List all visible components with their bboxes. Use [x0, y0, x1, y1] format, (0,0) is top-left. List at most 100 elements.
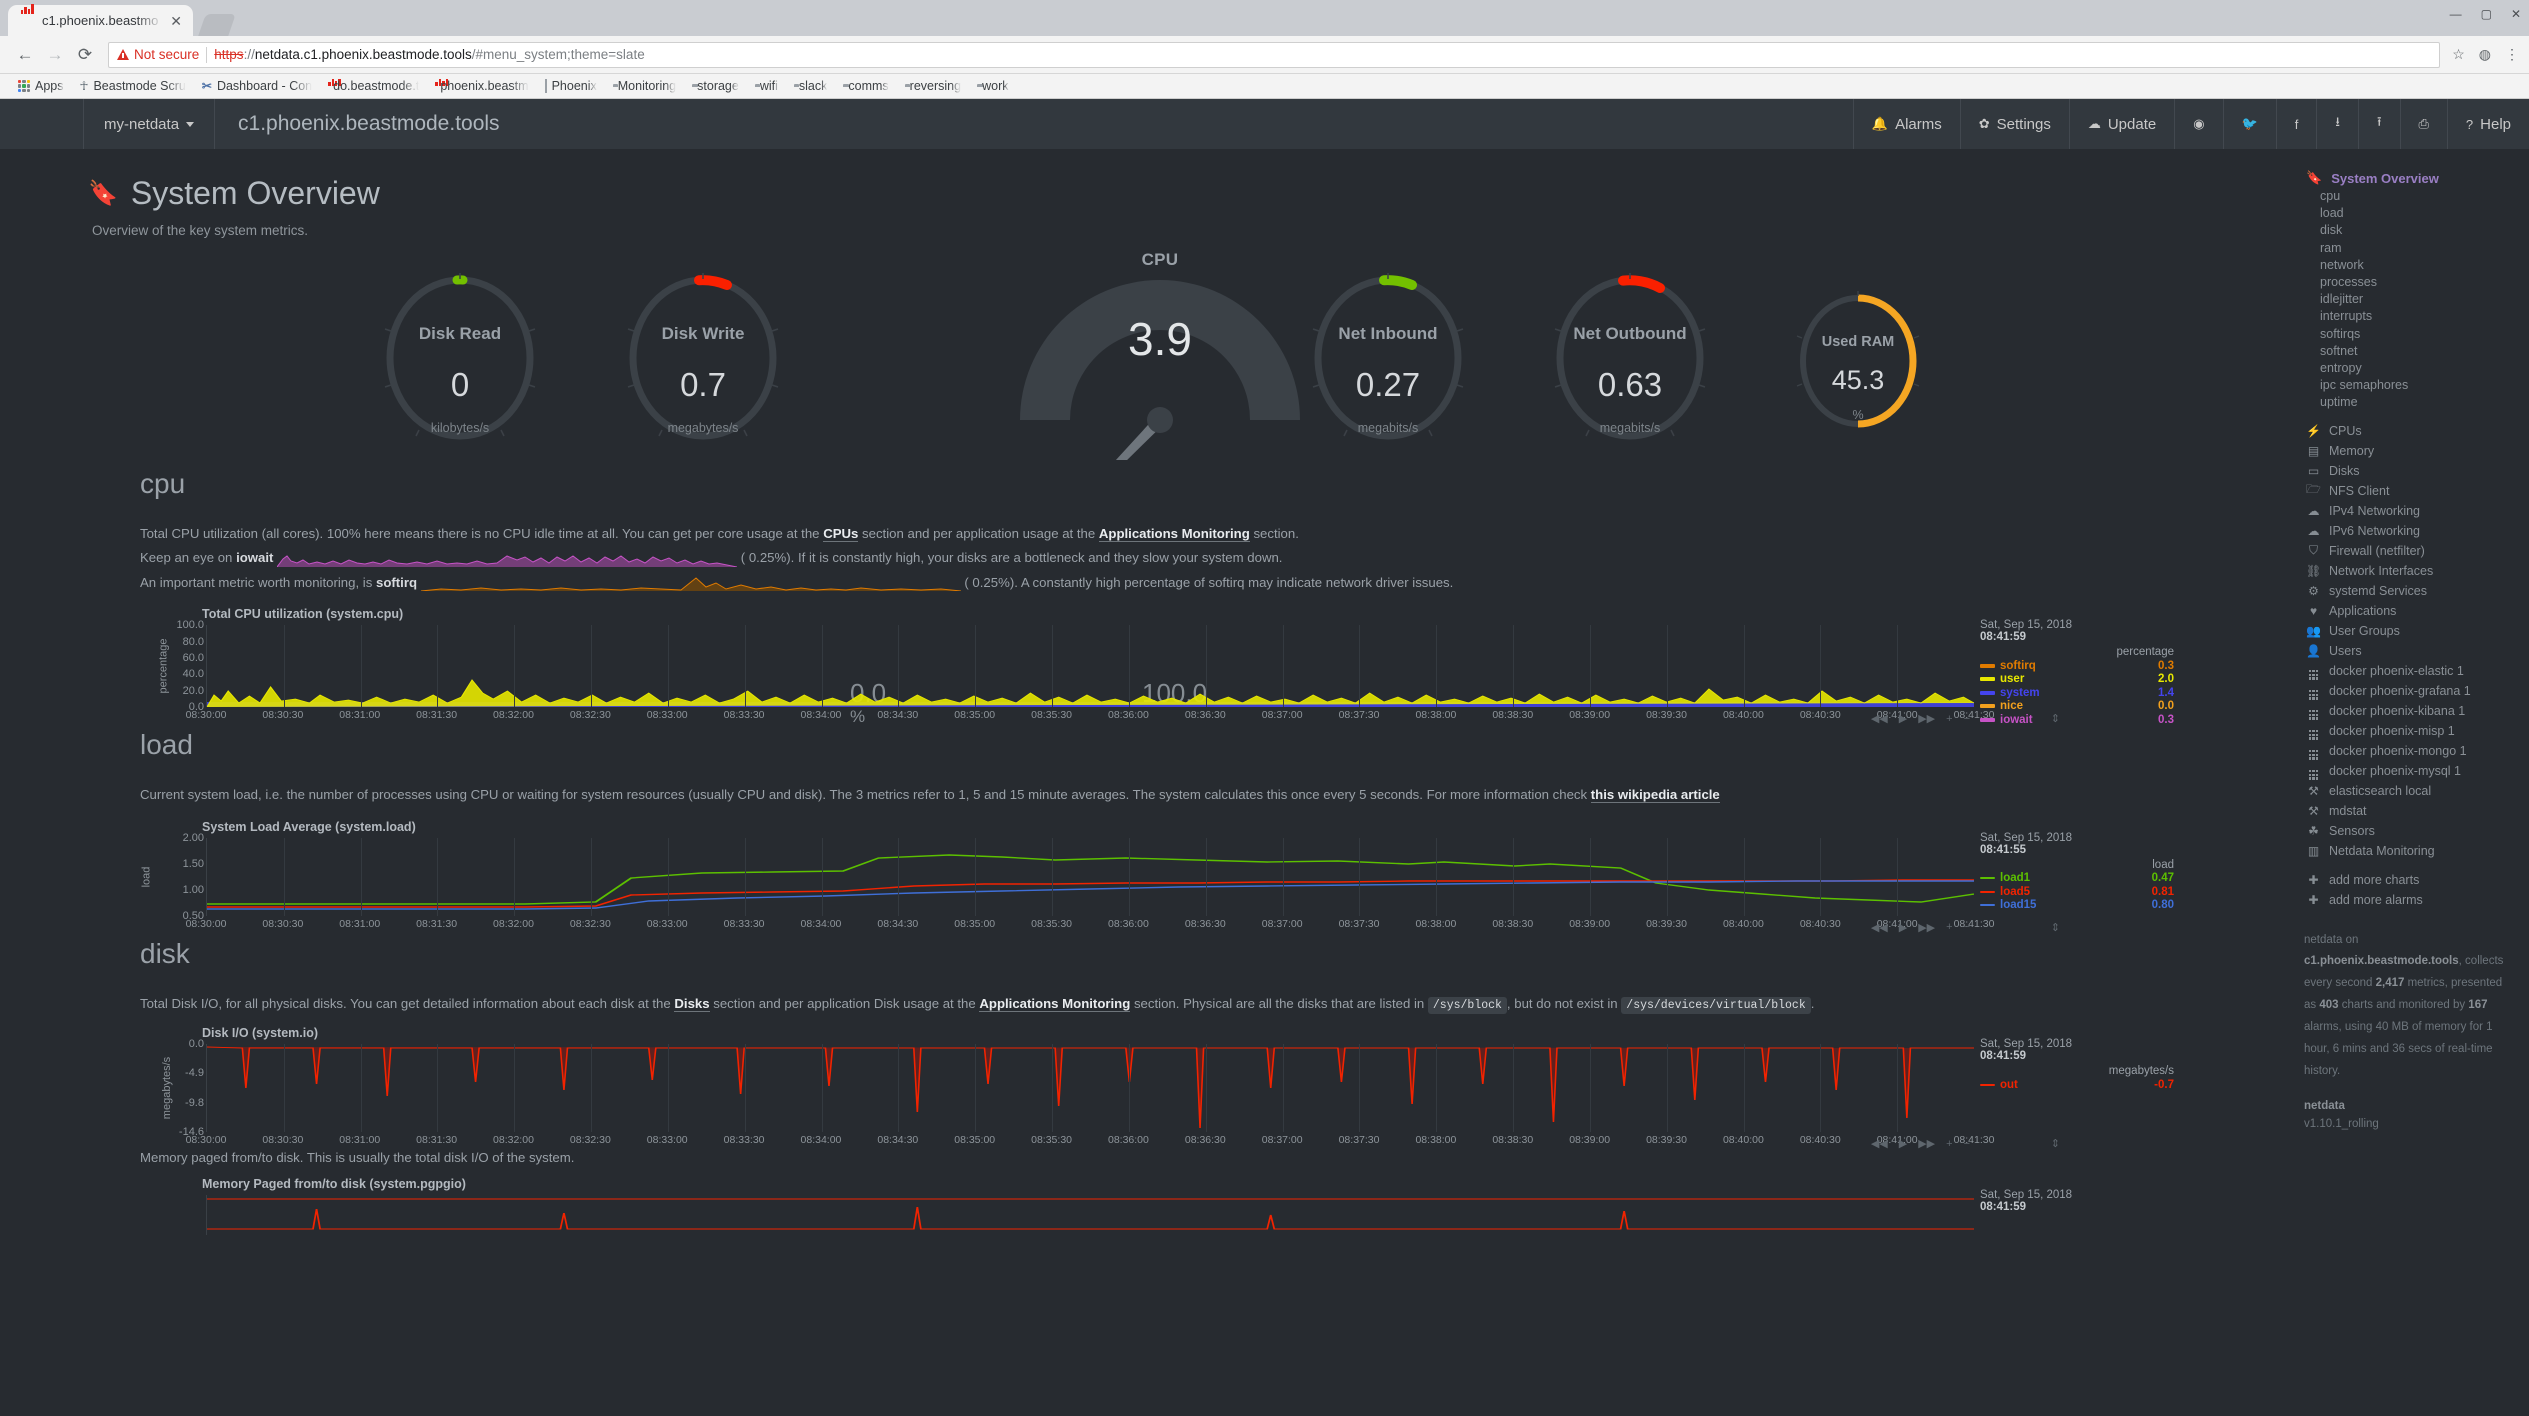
navbar-github[interactable]: ◉	[2174, 99, 2222, 149]
gauge-disk-write[interactable]: Disk Write 0.7 megabytes/s	[603, 268, 803, 451]
sidebar-action-add-more-alarms[interactable]: ✚ add more alarms	[2290, 890, 2529, 910]
maximize-icon[interactable]: ▢	[2481, 7, 2492, 21]
chart-zoom-out-button[interactable]: −	[1964, 713, 1970, 725]
legend-row[interactable]: nice 0.0	[1980, 700, 2180, 712]
navbar-help[interactable]: ? Help	[2446, 99, 2529, 149]
chart-forward-button[interactable]: ▶▶	[1918, 921, 1935, 934]
sidebar-subitem-ipc-semaphores[interactable]: ipc semaphores	[2290, 377, 2529, 394]
sidebar-item-ipv4-networking[interactable]: ☁ IPv4 Networking	[2290, 501, 2529, 521]
sidebar-item-sensors[interactable]: ☘ Sensors	[2290, 821, 2529, 841]
sidebar-item-disks[interactable]: ▭ Disks	[2290, 461, 2529, 481]
sidebar-subitem-ram[interactable]: ram	[2290, 240, 2529, 257]
chart-back-button[interactable]: ◀◀	[1871, 1137, 1888, 1150]
chart-zoom-in-button[interactable]: +	[1946, 713, 1952, 725]
bookmark-work[interactable]: work	[969, 79, 1016, 93]
legend-row[interactable]: iowait 0.3	[1980, 714, 2180, 726]
gauge-used-ram[interactable]: Used RAM 45.3 %	[1768, 286, 1948, 439]
chart-system-pgpgio[interactable]: Memory Paged from/to disk (system.pgpgio…	[140, 1177, 2210, 1235]
chart-plot-area[interactable]: megabytes/s -14.6 -9.8 -4.9 0.0 08:30:00 08:…	[140, 1038, 2210, 1146]
sidebar-subitem-disk[interactable]: disk	[2290, 222, 2529, 239]
cpus-link[interactable]: CPUs	[823, 526, 859, 542]
sidebar-item-elasticsearch-local[interactable]: ⚒ elasticsearch local	[2290, 781, 2529, 801]
sidebar-item-users[interactable]: 👤 Users	[2290, 641, 2529, 661]
navbar-settings[interactable]: ✿ Settings	[1959, 99, 2069, 149]
sidebar-item-docker-phoenix-elastic-1[interactable]: docker phoenix-elastic 1	[2290, 661, 2529, 681]
sidebar-item-memory[interactable]: ▤ Memory	[2290, 441, 2529, 461]
close-icon[interactable]: ✕	[170, 14, 182, 28]
chart-play-button[interactable]: ▶	[1899, 921, 1907, 934]
legend-row[interactable]: load15 0.80	[1980, 899, 2180, 911]
sidebar-subitem-uptime[interactable]: uptime	[2290, 394, 2529, 411]
gauge-net-inbound[interactable]: Net Inbound 0.27 megabits/s	[1288, 268, 1488, 451]
legend-row[interactable]: load5 0.81	[1980, 886, 2180, 898]
legend-row[interactable]: user 2.0	[1980, 673, 2180, 685]
chart-back-button[interactable]: ◀◀	[1871, 921, 1888, 934]
bookmark-comms[interactable]: comms	[835, 79, 896, 93]
sidebar-subitem-processes[interactable]: processes	[2290, 274, 2529, 291]
navbar-alarms[interactable]: 🔔 Alarms	[1852, 99, 1960, 149]
sidebar-subitem-entropy[interactable]: entropy	[2290, 360, 2529, 377]
legend-row[interactable]: load1 0.47	[1980, 872, 2180, 884]
bookmark-phoenix[interactable]: Phoenix	[537, 79, 605, 93]
chart-legend[interactable]: Sat, Sep 15, 2018 08:41:59 percentage softi…	[1980, 619, 2180, 726]
chart-plot-area[interactable]: Sat, Sep 15, 2018 08:41:59	[140, 1189, 2210, 1235]
bookmark-do-beastmode-t[interactable]: do.beastmode.t	[320, 79, 427, 93]
chart-legend[interactable]: Sat, Sep 15, 2018 08:41:59 megabytes/s out -…	[1980, 1038, 2180, 1091]
chart-controls[interactable]: ◀◀ ▶ ▶▶ + −	[1871, 712, 1970, 726]
sidebar-item-netdata-monitoring[interactable]: ▥ Netdata Monitoring	[2290, 841, 2529, 861]
sidebar-action-add-more-charts[interactable]: ✚ add more charts	[2290, 870, 2529, 890]
my-netdata-menu[interactable]: my-netdata	[84, 99, 216, 149]
sidebar-subitem-network[interactable]: network	[2290, 257, 2529, 274]
navbar-export[interactable]: ⭱	[2357, 99, 2400, 149]
legend-row[interactable]: system 1.4	[1980, 687, 2180, 699]
plot[interactable]	[206, 1194, 1974, 1235]
sidebar-item-docker-phoenix-kibana-1[interactable]: docker phoenix-kibana 1	[2290, 701, 2529, 721]
chart-zoom-out-button[interactable]: −	[1964, 1138, 1970, 1150]
wikipedia-link[interactable]: this wikipedia article	[1590, 787, 1720, 804]
new-tab-button[interactable]	[197, 9, 239, 36]
close-window-icon[interactable]: ✕	[2511, 7, 2521, 21]
chart-resize-handle[interactable]: ⇕	[2051, 712, 2060, 725]
minimize-icon[interactable]: —	[2450, 7, 2462, 21]
gauge-disk-read[interactable]: Disk Read 0 kilobytes/s	[360, 268, 560, 451]
bookmark-reversing[interactable]: reversing	[897, 79, 969, 93]
sidebar-item-applications[interactable]: ♥ Applications	[2290, 601, 2529, 621]
forward-icon[interactable]: →	[40, 45, 70, 65]
sidebar-item-user-groups[interactable]: 👥 User Groups	[2290, 621, 2529, 641]
sidebar-subitem-cpu[interactable]: cpu	[2290, 188, 2529, 205]
sidebar-subitem-softnet[interactable]: softnet	[2290, 343, 2529, 360]
chart-zoom-out-button[interactable]: −	[1964, 921, 1970, 933]
sidebar-subitem-idlejitter[interactable]: idlejitter	[2290, 291, 2529, 308]
apps-monitoring-link[interactable]: Applications Monitoring	[979, 995, 1131, 1012]
chart-resize-handle[interactable]: ⇕	[2051, 921, 2060, 934]
plot[interactable]	[206, 1044, 1974, 1133]
gauge-cpu[interactable]: CPU 3.9	[1010, 250, 1310, 460]
star-icon[interactable]: ☆	[2452, 46, 2465, 63]
bookmark-slack[interactable]: slack	[786, 79, 835, 93]
sidebar-item-ipv6-networking[interactable]: ☁ IPv6 Networking	[2290, 521, 2529, 541]
sidebar-item-nfs-client[interactable]: 🗁 NFS Client	[2290, 481, 2529, 501]
sidebar-item-cpus[interactable]: ⚡ CPUs	[2290, 421, 2529, 441]
bookmark-storage[interactable]: storage	[684, 79, 747, 93]
sidebar-item-docker-phoenix-mongo-1[interactable]: docker phoenix-mongo 1	[2290, 741, 2529, 761]
chart-back-button[interactable]: ◀◀	[1871, 712, 1888, 725]
back-icon[interactable]: ←	[10, 45, 40, 65]
sidebar-item-system-overview[interactable]: 🔖 System Overview	[2290, 168, 2529, 188]
sidebar-item-docker-phoenix-mysql-1[interactable]: docker phoenix-mysql 1	[2290, 761, 2529, 781]
chart-forward-button[interactable]: ▶▶	[1918, 1137, 1935, 1150]
sidebar-item-docker-phoenix-misp-1[interactable]: docker phoenix-misp 1	[2290, 721, 2529, 741]
apps-monitoring-link[interactable]: Applications Monitoring	[1098, 526, 1250, 542]
bookmark-wifi[interactable]: wifi	[747, 79, 786, 93]
chart-system-load[interactable]: System Load Average (system.load) load 0…	[140, 820, 2210, 934]
sidebar-item-docker-phoenix-grafana-1[interactable]: docker phoenix-grafana 1	[2290, 681, 2529, 701]
browser-tab[interactable]: c1.phoenix.beastmo ✕	[8, 3, 193, 36]
navbar-twitter[interactable]: 🐦	[2222, 99, 2276, 149]
chart-legend[interactable]: Sat, Sep 15, 2018 08:41:59	[1980, 1189, 2180, 1213]
chart-play-button[interactable]: ▶	[1899, 1137, 1907, 1150]
navbar-update[interactable]: ☁ Update	[2068, 99, 2174, 149]
navbar-print[interactable]: ⎙	[2399, 99, 2447, 149]
chart-legend[interactable]: Sat, Sep 15, 2018 08:41:55 load load1 0.47 lo…	[1980, 832, 2180, 911]
bookmark-beastmode-scru[interactable]: ☥ Beastmode Scru	[72, 79, 194, 93]
chart-zoom-in-button[interactable]: +	[1946, 921, 1952, 933]
chart-plot-area[interactable]: percentage 0.0 20.0 40.0 60.0 80.0 100.0 08:3…	[140, 619, 2210, 726]
